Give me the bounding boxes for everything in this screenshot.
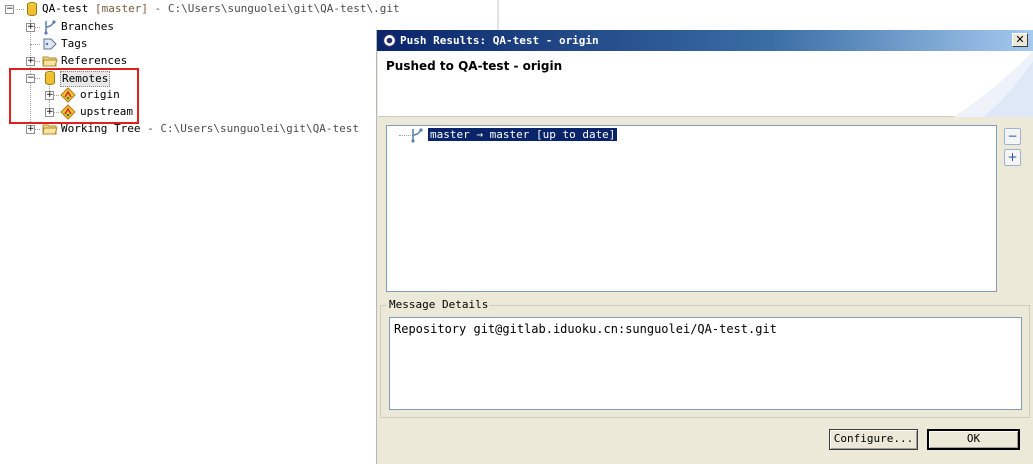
repository-icon [27,2,37,16]
expand-all-button[interactable]: + [1004,149,1021,166]
expand-toggle-references[interactable]: + [26,57,35,66]
dialog-banner: Pushed to QA-test - origin [378,51,1033,117]
repo-path: - C:\Users\sunguolei\git\QA-test\.git [154,2,400,15]
tree-root-repo[interactable]: QA-test [master] - C:\Users\sunguolei\gi… [42,2,400,16]
banner-title: Pushed to QA-test - origin [386,59,563,73]
tree-item-references[interactable]: References [61,54,127,68]
tree-connector [30,44,40,45]
expand-toggle-working-tree[interactable]: + [26,125,35,134]
dialog-title-bar[interactable]: Push Results: QA-test - origin ✕ [377,30,1033,51]
collapse-all-button[interactable]: − [1004,128,1021,145]
remotes-highlight-annotation [9,68,139,124]
panel-divider [497,0,499,30]
message-details-text-area[interactable]: Repository git@gitlab.iduoku.cn:sunguole… [389,317,1022,410]
tree-connector [17,9,24,10]
push-result-row[interactable]: master → master [up to date] [428,128,618,141]
folder-icon [42,56,58,67]
repo-name: QA-test [42,2,89,15]
branches-icon [44,20,56,35]
push-results-tree: master → master [up to date] [386,125,997,292]
branch-icon [411,128,423,143]
banner-decoration-icon [953,51,1033,117]
eclipse-icon [382,33,397,48]
tags-icon [43,38,57,50]
working-tree-path: - C:\Users\sunguolei\git\QA-test [147,122,360,135]
tree-item-working-tree[interactable]: Working Tree - C:\Users\sunguolei\git\QA… [61,122,359,136]
repo-branch: [master] [94,2,148,15]
tree-item-tags[interactable]: Tags [61,37,88,51]
expand-toggle-qa-test[interactable]: − [5,5,14,14]
expand-toggle-branches[interactable]: + [26,23,35,32]
dialog-title: Push Results: QA-test - origin [400,34,599,47]
close-button[interactable]: ✕ [1012,33,1028,47]
ok-button[interactable]: OK [927,429,1020,450]
message-details-group: Message Details Repository git@gitlab.id… [380,299,1030,418]
message-details-text: Repository git@gitlab.iduoku.cn:sunguole… [394,322,777,336]
configure-button[interactable]: Configure... [829,429,918,450]
push-results-dialog: Push Results: QA-test - origin ✕ Pushed … [376,30,1033,464]
message-details-label: Message Details [387,298,491,311]
tree-item-branches[interactable]: Branches [61,20,114,34]
